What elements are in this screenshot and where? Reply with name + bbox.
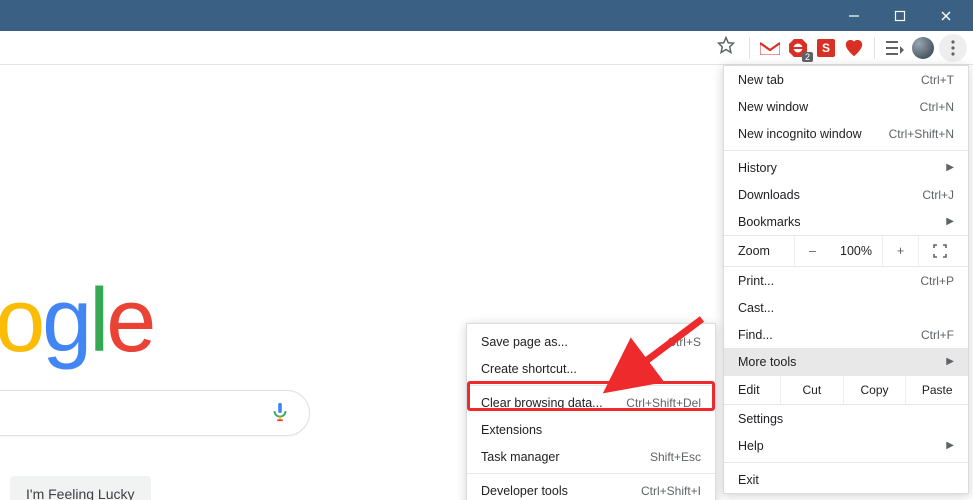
gmail-extension-icon[interactable] — [758, 36, 782, 60]
bookmark-star-icon[interactable] — [711, 32, 741, 63]
feeling-lucky-button[interactable]: I'm Feeling Lucky — [10, 476, 151, 500]
voice-search-icon[interactable] — [269, 401, 293, 425]
menu-new-window[interactable]: New windowCtrl+N — [724, 93, 968, 120]
minimize-button[interactable] — [831, 0, 877, 31]
menu-bookmarks[interactable]: Bookmarks▶ — [724, 208, 968, 235]
chrome-main-menu: New tabCtrl+T New windowCtrl+N New incog… — [723, 65, 969, 494]
menu-separator — [724, 150, 968, 151]
menu-more-tools[interactable]: More tools▶ — [724, 348, 968, 375]
menu-separator — [467, 385, 715, 386]
menu-help[interactable]: Help▶ — [724, 432, 968, 459]
menu-new-incognito[interactable]: New incognito windowCtrl+Shift+N — [724, 120, 968, 147]
extension-badge: 2 — [802, 52, 813, 62]
toolbar-separator — [874, 37, 875, 59]
menu-copy[interactable]: Copy — [843, 376, 906, 404]
chrome-menu-button[interactable] — [939, 34, 967, 62]
menu-exit[interactable]: Exit — [724, 466, 968, 493]
menu-edit-row: Edit Cut Copy Paste — [724, 375, 968, 405]
s-extension-icon[interactable]: S — [814, 36, 838, 60]
page-content: oogle I'm Feeling Lucky New tabCtrl+T Ne… — [0, 65, 973, 500]
adblock-extension-icon[interactable]: 2 — [786, 36, 810, 60]
submenu-extensions[interactable]: Extensions — [467, 416, 715, 443]
toolbar-separator — [749, 37, 750, 59]
heart-extension-icon[interactable] — [842, 36, 866, 60]
menu-print[interactable]: Print...Ctrl+P — [724, 267, 968, 294]
search-input[interactable] — [0, 390, 310, 436]
menu-history[interactable]: History▶ — [724, 154, 968, 181]
menu-downloads[interactable]: DownloadsCtrl+J — [724, 181, 968, 208]
submenu-developer-tools[interactable]: Developer toolsCtrl+Shift+I — [467, 477, 715, 500]
maximize-button[interactable] — [877, 0, 923, 31]
menu-cast[interactable]: Cast... — [724, 294, 968, 321]
google-logo: oogle — [0, 270, 153, 373]
submenu-clear-browsing-data[interactable]: Clear browsing data...Ctrl+Shift+Del — [467, 389, 715, 416]
zoom-in-button[interactable]: + — [882, 236, 918, 266]
browser-toolbar: 2 S — [0, 31, 973, 65]
reading-list-icon[interactable] — [883, 36, 907, 60]
menu-new-tab[interactable]: New tabCtrl+T — [724, 66, 968, 93]
menu-find[interactable]: Find...Ctrl+F — [724, 321, 968, 348]
menu-settings[interactable]: Settings — [724, 405, 968, 432]
more-tools-submenu: Save page as...Ctrl+S Create shortcut...… — [466, 323, 716, 500]
zoom-out-button[interactable]: – — [794, 236, 830, 266]
menu-separator — [467, 473, 715, 474]
menu-cut[interactable]: Cut — [780, 376, 843, 404]
submenu-save-page[interactable]: Save page as...Ctrl+S — [467, 328, 715, 355]
menu-edit-label: Edit — [724, 376, 780, 404]
menu-zoom-label: Zoom — [724, 244, 794, 258]
menu-separator — [724, 462, 968, 463]
menu-zoom-row: Zoom – 100% + — [724, 235, 968, 267]
profile-avatar[interactable] — [911, 36, 935, 60]
zoom-value: 100% — [830, 244, 882, 258]
submenu-create-shortcut[interactable]: Create shortcut... — [467, 355, 715, 382]
window-titlebar — [0, 0, 973, 31]
fullscreen-button[interactable] — [918, 236, 960, 266]
close-button[interactable] — [923, 0, 969, 31]
menu-paste[interactable]: Paste — [905, 376, 968, 404]
submenu-task-manager[interactable]: Task managerShift+Esc — [467, 443, 715, 470]
